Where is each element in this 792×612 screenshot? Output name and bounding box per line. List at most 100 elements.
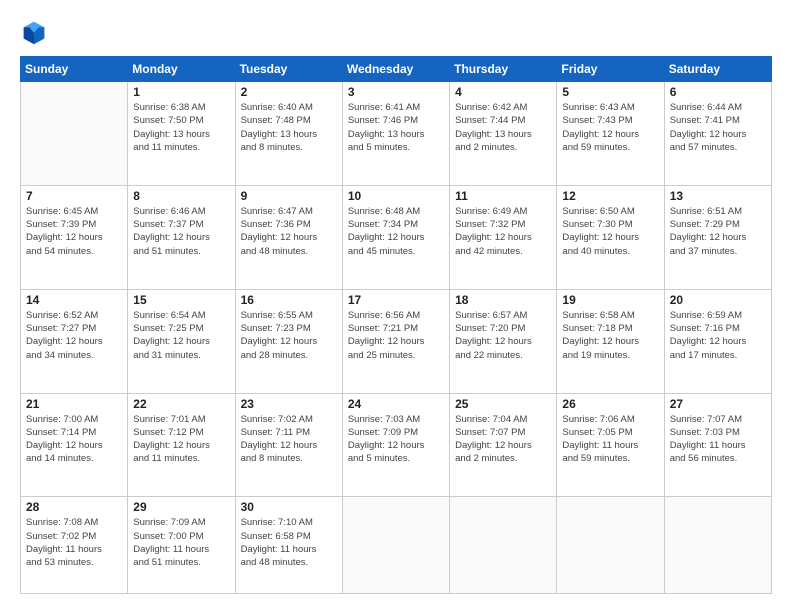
- day-info: Sunrise: 6:40 AMSunset: 7:48 PMDaylight:…: [241, 101, 337, 154]
- day-info: Sunrise: 6:42 AMSunset: 7:44 PMDaylight:…: [455, 101, 551, 154]
- calendar-cell: 29 Sunrise: 7:09 AMSunset: 7:00 PMDayligh…: [128, 497, 235, 594]
- day-number: 3: [348, 85, 444, 99]
- calendar-cell: 4 Sunrise: 6:42 AMSunset: 7:44 PMDaylight…: [450, 82, 557, 186]
- calendar-cell: 18 Sunrise: 6:57 AMSunset: 7:20 PMDayligh…: [450, 289, 557, 393]
- day-number: 6: [670, 85, 766, 99]
- day-info: Sunrise: 6:46 AMSunset: 7:37 PMDaylight:…: [133, 205, 229, 258]
- page: SundayMondayTuesdayWednesdayThursdayFrid…: [0, 0, 792, 612]
- day-number: 26: [562, 397, 658, 411]
- calendar-cell: 25 Sunrise: 7:04 AMSunset: 7:07 PMDayligh…: [450, 393, 557, 497]
- calendar-cell: [21, 82, 128, 186]
- logo: [20, 18, 52, 46]
- day-info: Sunrise: 7:03 AMSunset: 7:09 PMDaylight:…: [348, 413, 444, 466]
- day-number: 5: [562, 85, 658, 99]
- calendar-week-row: 7 Sunrise: 6:45 AMSunset: 7:39 PMDaylight…: [21, 185, 772, 289]
- day-number: 8: [133, 189, 229, 203]
- calendar-cell: 10 Sunrise: 6:48 AMSunset: 7:34 PMDayligh…: [342, 185, 449, 289]
- calendar-cell: 9 Sunrise: 6:47 AMSunset: 7:36 PMDaylight…: [235, 185, 342, 289]
- day-number: 22: [133, 397, 229, 411]
- day-number: 4: [455, 85, 551, 99]
- calendar-cell: [342, 497, 449, 594]
- calendar-cell: 22 Sunrise: 7:01 AMSunset: 7:12 PMDayligh…: [128, 393, 235, 497]
- day-info: Sunrise: 7:02 AMSunset: 7:11 PMDaylight:…: [241, 413, 337, 466]
- day-number: 18: [455, 293, 551, 307]
- day-info: Sunrise: 6:47 AMSunset: 7:36 PMDaylight:…: [241, 205, 337, 258]
- day-info: Sunrise: 7:10 AMSunset: 6:58 PMDaylight:…: [241, 516, 337, 569]
- day-info: Sunrise: 6:55 AMSunset: 7:23 PMDaylight:…: [241, 309, 337, 362]
- weekday-header-tuesday: Tuesday: [235, 57, 342, 82]
- calendar-week-row: 1 Sunrise: 6:38 AMSunset: 7:50 PMDaylight…: [21, 82, 772, 186]
- day-info: Sunrise: 6:43 AMSunset: 7:43 PMDaylight:…: [562, 101, 658, 154]
- day-info: Sunrise: 7:08 AMSunset: 7:02 PMDaylight:…: [26, 516, 122, 569]
- day-number: 11: [455, 189, 551, 203]
- calendar-cell: 20Sunrise: 6:59 AMSunset: 7:16 PMDayligh…: [664, 289, 771, 393]
- day-number: 23: [241, 397, 337, 411]
- day-info: Sunrise: 6:48 AMSunset: 7:34 PMDaylight:…: [348, 205, 444, 258]
- calendar-cell: [664, 497, 771, 594]
- day-info: Sunrise: 6:45 AMSunset: 7:39 PMDaylight:…: [26, 205, 122, 258]
- day-info: Sunrise: 6:52 AMSunset: 7:27 PMDaylight:…: [26, 309, 122, 362]
- calendar: SundayMondayTuesdayWednesdayThursdayFrid…: [20, 56, 772, 594]
- day-number: 24: [348, 397, 444, 411]
- day-number: 16: [241, 293, 337, 307]
- calendar-cell: 12 Sunrise: 6:50 AMSunset: 7:30 PMDayligh…: [557, 185, 664, 289]
- calendar-cell: 28 Sunrise: 7:08 AMSunset: 7:02 PMDayligh…: [21, 497, 128, 594]
- day-info: Sunrise: 6:50 AMSunset: 7:30 PMDaylight:…: [562, 205, 658, 258]
- day-number: 19: [562, 293, 658, 307]
- day-info: Sunrise: 6:41 AMSunset: 7:46 PMDaylight:…: [348, 101, 444, 154]
- weekday-header-wednesday: Wednesday: [342, 57, 449, 82]
- calendar-cell: 24 Sunrise: 7:03 AMSunset: 7:09 PMDayligh…: [342, 393, 449, 497]
- header: [20, 18, 772, 46]
- calendar-cell: 6Sunrise: 6:44 AMSunset: 7:41 PMDaylight…: [664, 82, 771, 186]
- calendar-cell: 17 Sunrise: 6:56 AMSunset: 7:21 PMDayligh…: [342, 289, 449, 393]
- weekday-header-row: SundayMondayTuesdayWednesdayThursdayFrid…: [21, 57, 772, 82]
- day-info: Sunrise: 6:38 AMSunset: 7:50 PMDaylight:…: [133, 101, 229, 154]
- calendar-cell: 14Sunrise: 6:52 AMSunset: 7:27 PMDayligh…: [21, 289, 128, 393]
- day-number: 12: [562, 189, 658, 203]
- calendar-week-row: 21Sunrise: 7:00 AMSunset: 7:14 PMDayligh…: [21, 393, 772, 497]
- calendar-cell: 15Sunrise: 6:54 AMSunset: 7:25 PMDayligh…: [128, 289, 235, 393]
- day-number: 21: [26, 397, 122, 411]
- day-info: Sunrise: 7:07 AMSunset: 7:03 PMDaylight:…: [670, 413, 766, 466]
- calendar-cell: 26 Sunrise: 7:06 AMSunset: 7:05 PMDayligh…: [557, 393, 664, 497]
- calendar-cell: [450, 497, 557, 594]
- calendar-cell: 30 Sunrise: 7:10 AMSunset: 6:58 PMDayligh…: [235, 497, 342, 594]
- day-info: Sunrise: 7:04 AMSunset: 7:07 PMDaylight:…: [455, 413, 551, 466]
- day-info: Sunrise: 7:09 AMSunset: 7:00 PMDaylight:…: [133, 516, 229, 569]
- calendar-week-row: 28 Sunrise: 7:08 AMSunset: 7:02 PMDayligh…: [21, 497, 772, 594]
- calendar-week-row: 14Sunrise: 6:52 AMSunset: 7:27 PMDayligh…: [21, 289, 772, 393]
- calendar-cell: [557, 497, 664, 594]
- calendar-cell: 1 Sunrise: 6:38 AMSunset: 7:50 PMDaylight…: [128, 82, 235, 186]
- calendar-cell: 3 Sunrise: 6:41 AMSunset: 7:46 PMDaylight…: [342, 82, 449, 186]
- calendar-cell: 23 Sunrise: 7:02 AMSunset: 7:11 PMDayligh…: [235, 393, 342, 497]
- day-number: 27: [670, 397, 766, 411]
- day-info: Sunrise: 6:59 AMSunset: 7:16 PMDaylight:…: [670, 309, 766, 362]
- day-number: 10: [348, 189, 444, 203]
- day-number: 9: [241, 189, 337, 203]
- day-number: 17: [348, 293, 444, 307]
- weekday-header-sunday: Sunday: [21, 57, 128, 82]
- day-number: 30: [241, 500, 337, 514]
- calendar-cell: 21Sunrise: 7:00 AMSunset: 7:14 PMDayligh…: [21, 393, 128, 497]
- day-info: Sunrise: 7:01 AMSunset: 7:12 PMDaylight:…: [133, 413, 229, 466]
- calendar-cell: 19Sunrise: 6:58 AMSunset: 7:18 PMDayligh…: [557, 289, 664, 393]
- calendar-cell: 13Sunrise: 6:51 AMSunset: 7:29 PMDayligh…: [664, 185, 771, 289]
- weekday-header-thursday: Thursday: [450, 57, 557, 82]
- day-info: Sunrise: 7:06 AMSunset: 7:05 PMDaylight:…: [562, 413, 658, 466]
- calendar-cell: 7 Sunrise: 6:45 AMSunset: 7:39 PMDaylight…: [21, 185, 128, 289]
- day-number: 1: [133, 85, 229, 99]
- day-info: Sunrise: 6:57 AMSunset: 7:20 PMDaylight:…: [455, 309, 551, 362]
- day-number: 29: [133, 500, 229, 514]
- day-info: Sunrise: 6:54 AMSunset: 7:25 PMDaylight:…: [133, 309, 229, 362]
- weekday-header-friday: Friday: [557, 57, 664, 82]
- day-info: Sunrise: 6:56 AMSunset: 7:21 PMDaylight:…: [348, 309, 444, 362]
- day-number: 7: [26, 189, 122, 203]
- day-number: 25: [455, 397, 551, 411]
- weekday-header-monday: Monday: [128, 57, 235, 82]
- day-info: Sunrise: 6:49 AMSunset: 7:32 PMDaylight:…: [455, 205, 551, 258]
- day-number: 13: [670, 189, 766, 203]
- weekday-header-saturday: Saturday: [664, 57, 771, 82]
- calendar-cell: 16 Sunrise: 6:55 AMSunset: 7:23 PMDayligh…: [235, 289, 342, 393]
- calendar-cell: 2Sunrise: 6:40 AMSunset: 7:48 PMDaylight…: [235, 82, 342, 186]
- day-number: 28: [26, 500, 122, 514]
